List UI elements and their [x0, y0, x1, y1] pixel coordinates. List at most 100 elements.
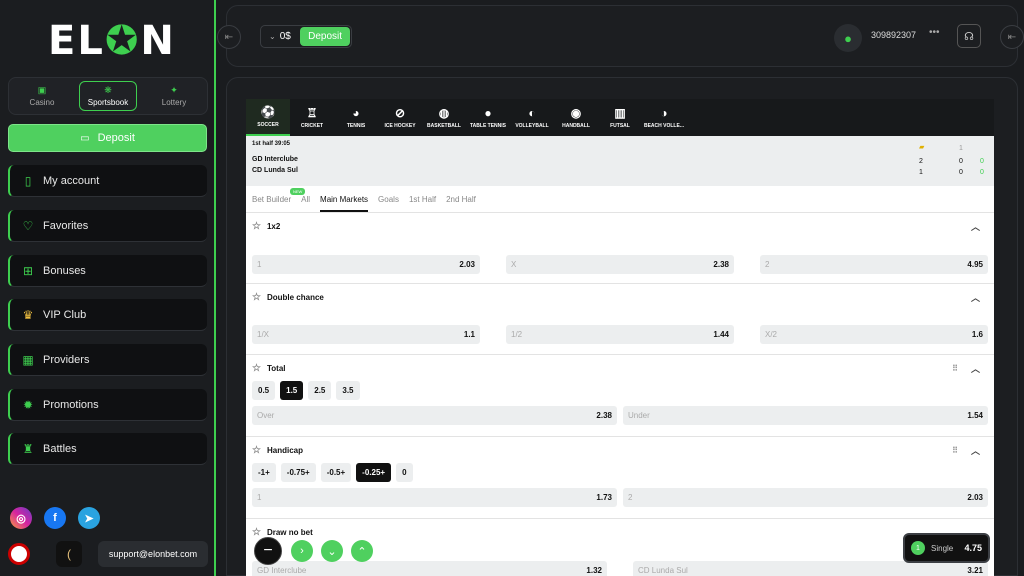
user-id: 309892307 [871, 30, 917, 40]
betslip-widget[interactable]: 1 Single 4.75 [903, 533, 990, 563]
sidebar-bottom-bar: ( support@elonbet.com [8, 541, 208, 567]
sport-volleyball[interactable]: ◐ VOLLEYBALL [510, 99, 554, 136]
odd-button[interactable]: X 2.38 [506, 255, 734, 274]
line-option[interactable]: -0.5+ [320, 463, 352, 482]
more-options-icon[interactable]: ••• [929, 27, 940, 38]
line-option-selected[interactable]: 1.5 [280, 381, 304, 400]
tab-main-markets[interactable]: Main Markets [320, 195, 369, 212]
line-option[interactable]: -1+ [252, 463, 276, 482]
chevron-up-icon[interactable]: ︿ [971, 291, 980, 304]
expand-panel-icon[interactable]: ⇤ [1000, 25, 1024, 49]
support-email-link[interactable]: support@elonbet.com [98, 541, 208, 567]
star-icon[interactable]: ☆ [252, 527, 261, 538]
star-icon[interactable]: ☆ [252, 445, 261, 456]
star-icon[interactable]: ☆ [252, 221, 261, 232]
minus-icon[interactable]: − [254, 537, 282, 565]
sport-tennis[interactable]: ◕ TENNIS [334, 99, 378, 136]
futsal-icon: ▥ [614, 106, 626, 120]
sidebar-item-promotions[interactable]: ✹ Promotions [8, 389, 207, 421]
elon-logo[interactable]: EL✪N [48, 18, 176, 64]
chevron-up-icon[interactable]: ︿ [971, 362, 980, 375]
sidebar-item-vip-club[interactable]: ♛ VIP Club [8, 299, 207, 331]
heart-icon: ♡ [22, 218, 34, 233]
odd-button[interactable]: 1 2.03 [252, 255, 480, 274]
trophy-icon: ♜ [22, 441, 34, 456]
line-option[interactable]: 0.5 [252, 381, 276, 400]
tab-casino[interactable]: ▣ Casino [13, 81, 71, 111]
avatar[interactable]: ● [834, 24, 862, 52]
odd-button[interactable]: Over 2.38 [252, 406, 617, 425]
sidebar-deposit-button[interactable]: ▭ Deposit [8, 124, 207, 152]
tab-all[interactable]: All [301, 195, 310, 204]
sidebar-item-my-account[interactable]: ▯ My account [8, 165, 207, 197]
tab-1st-half[interactable]: 1st Half [409, 195, 436, 204]
sport-basketball[interactable]: ◍ BASKETBALL [422, 99, 466, 136]
odd-button[interactable]: CD Lunda Sul 3.21 [633, 561, 988, 576]
chevron-up-icon[interactable]: ⌃ [351, 540, 373, 562]
telegram-icon[interactable]: ➤ [78, 507, 100, 529]
new-badge: NEW [290, 188, 306, 195]
odd-button[interactable]: 2 4.95 [760, 255, 988, 274]
theme-toggle-icon[interactable]: ( [56, 541, 82, 567]
star-icon[interactable]: ☆ [252, 292, 261, 303]
market-1x2: ☆ 1x2 ︿ 1 2.03 X 2.38 2 4.95 [246, 213, 994, 284]
betslip-count: 1 [911, 541, 925, 555]
odd-button[interactable]: GD Interclube 1.32 [252, 561, 607, 576]
balance-widget[interactable]: ⌄ 0$ Deposit [260, 25, 352, 48]
line-option[interactable]: 2.5 [308, 381, 332, 400]
chevron-up-icon[interactable]: ︿ [971, 220, 980, 233]
odd-button[interactable]: 1/X 1.1 [252, 325, 480, 344]
chevron-right-icon[interactable]: › [291, 540, 313, 562]
line-option-selected[interactable]: -0.25+ [356, 463, 392, 482]
sport-soccer[interactable]: ⚽ SOCCER [246, 99, 290, 136]
grid-view-icon[interactable]: ⠿ [952, 446, 958, 455]
sport-cricket[interactable]: ♖ CRICKET [290, 99, 334, 136]
volleyball-icon: ◐ [528, 106, 536, 120]
sportsbook-frame: ⚽ SOCCER ♖ CRICKET ◕ TENNIS ⊘ ICE HOCKEY ◍ BA… [246, 99, 994, 576]
odd-button[interactable]: X/2 1.6 [760, 325, 988, 344]
sport-ice-hockey[interactable]: ⊘ ICE HOCKEY [378, 99, 422, 136]
sidebar-item-favorites[interactable]: ♡ Favorites [8, 210, 207, 242]
sport-table-tennis[interactable]: ● TABLE TENNIS [466, 99, 510, 136]
grid-view-icon[interactable]: ⠿ [952, 364, 958, 373]
sidebar-item-providers[interactable]: ▦ Providers [8, 344, 207, 376]
tab-lottery[interactable]: ✦ Lottery [145, 81, 203, 111]
sidebar-item-battles[interactable]: ♜ Battles [8, 433, 207, 465]
sidebar-item-bonuses[interactable]: ⊞ Bonuses [8, 255, 207, 287]
line-option[interactable]: 3.5 [336, 381, 360, 400]
odd-button[interactable]: 1 1.73 [252, 488, 617, 507]
odd-button[interactable]: Under 1.54 [623, 406, 988, 425]
promo-icon: ✹ [22, 397, 34, 412]
sport-handball[interactable]: ◉ HANDBALL [554, 99, 598, 136]
sport-beach-volleyball[interactable]: ◑ BEACH VOLLE... [642, 99, 686, 136]
sport-futsal[interactable]: ▥ FUTSAL [598, 99, 642, 136]
gift-icon: ⊞ [22, 263, 34, 278]
market-header[interactable]: ☆ Double chance ︿ [246, 284, 994, 310]
tab-2nd-half[interactable]: 2nd Half [446, 195, 476, 204]
language-flag-icon[interactable] [8, 543, 30, 565]
sidebar: EL✪N ▣ Casino ❋ Sportsbook ✦ Lottery ▭ Depos… [0, 0, 216, 576]
chevron-down-icon[interactable]: ⌄ [321, 540, 343, 562]
tab-sportsbook[interactable]: ❋ Sportsbook [79, 81, 137, 111]
instagram-icon[interactable]: ◎ [10, 507, 32, 529]
casino-icon: ▣ [37, 85, 47, 95]
market-header[interactable]: ☆ Total ⠿ ︿ [246, 355, 994, 381]
odd-button[interactable]: 1/2 1.44 [506, 325, 734, 344]
hockey-puck-icon: ⊘ [394, 106, 406, 120]
handball-icon: ◉ [570, 106, 582, 120]
tab-bet-builder[interactable]: Bet Builder [252, 195, 291, 204]
support-headset-icon[interactable]: ☊ [957, 24, 981, 48]
line-option[interactable]: -0.75+ [280, 463, 316, 482]
chevron-up-icon[interactable]: ︿ [971, 444, 980, 457]
facebook-icon[interactable]: f [44, 507, 66, 529]
collapse-sidebar-icon[interactable]: ⇤ [217, 25, 241, 49]
header-deposit-button[interactable]: Deposit [300, 27, 350, 46]
yellow-card-icon: ▰ [919, 144, 925, 151]
chevron-down-icon[interactable]: ⌄ [269, 32, 276, 41]
market-header[interactable]: ☆ Handicap ⠿ ︿ [246, 437, 994, 463]
market-header[interactable]: ☆ 1x2 ︿ [246, 213, 994, 239]
line-option[interactable]: 0 [396, 463, 413, 482]
tab-goals[interactable]: Goals [378, 195, 399, 204]
star-icon[interactable]: ☆ [252, 363, 261, 374]
odd-button[interactable]: 2 2.03 [623, 488, 988, 507]
